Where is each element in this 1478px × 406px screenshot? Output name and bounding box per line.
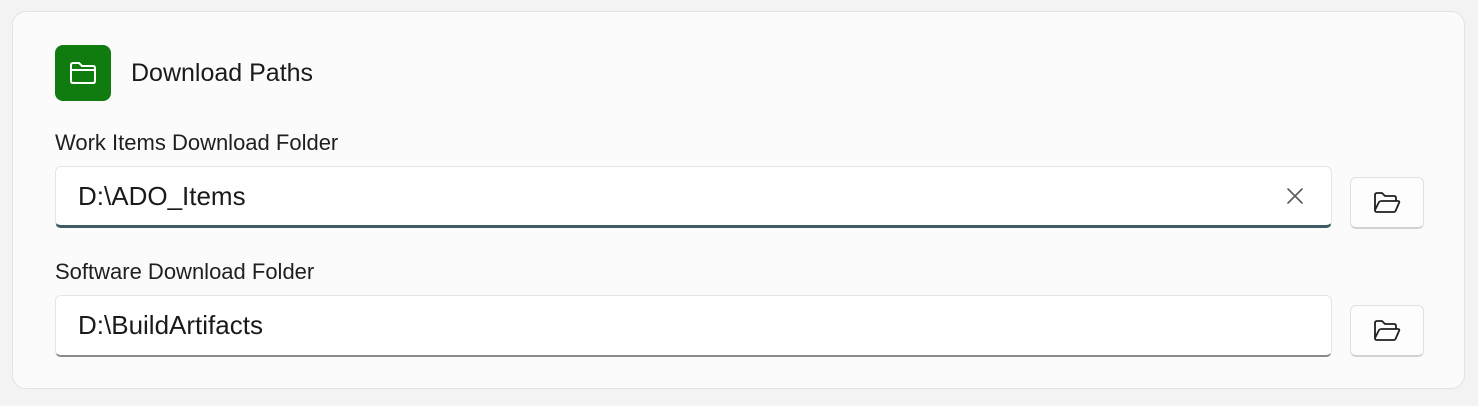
folder-open-icon xyxy=(1374,319,1401,341)
clear-button[interactable] xyxy=(1273,174,1317,218)
browse-work-items-folder-button[interactable] xyxy=(1350,177,1424,229)
work-items-folder-value[interactable]: D:\ADO_Items xyxy=(56,181,1273,212)
section-title: Download Paths xyxy=(131,58,314,87)
software-folder-input[interactable]: D:\BuildArtifacts xyxy=(55,295,1332,357)
browse-software-folder-button[interactable] xyxy=(1350,305,1424,357)
folder-icon xyxy=(55,45,111,101)
work-items-folder-input[interactable]: D:\ADO_Items xyxy=(55,166,1332,228)
close-icon xyxy=(1287,188,1303,204)
software-folder-value[interactable]: D:\BuildArtifacts xyxy=(56,310,1331,341)
folder-open-icon xyxy=(1374,191,1401,213)
software-folder-label: Software Download Folder xyxy=(55,259,315,284)
work-items-folder-label: Work Items Download Folder xyxy=(55,130,339,155)
section-header: Download Paths xyxy=(55,45,313,101)
download-paths-card: Download Paths Work Items Download Folde… xyxy=(12,11,1465,389)
